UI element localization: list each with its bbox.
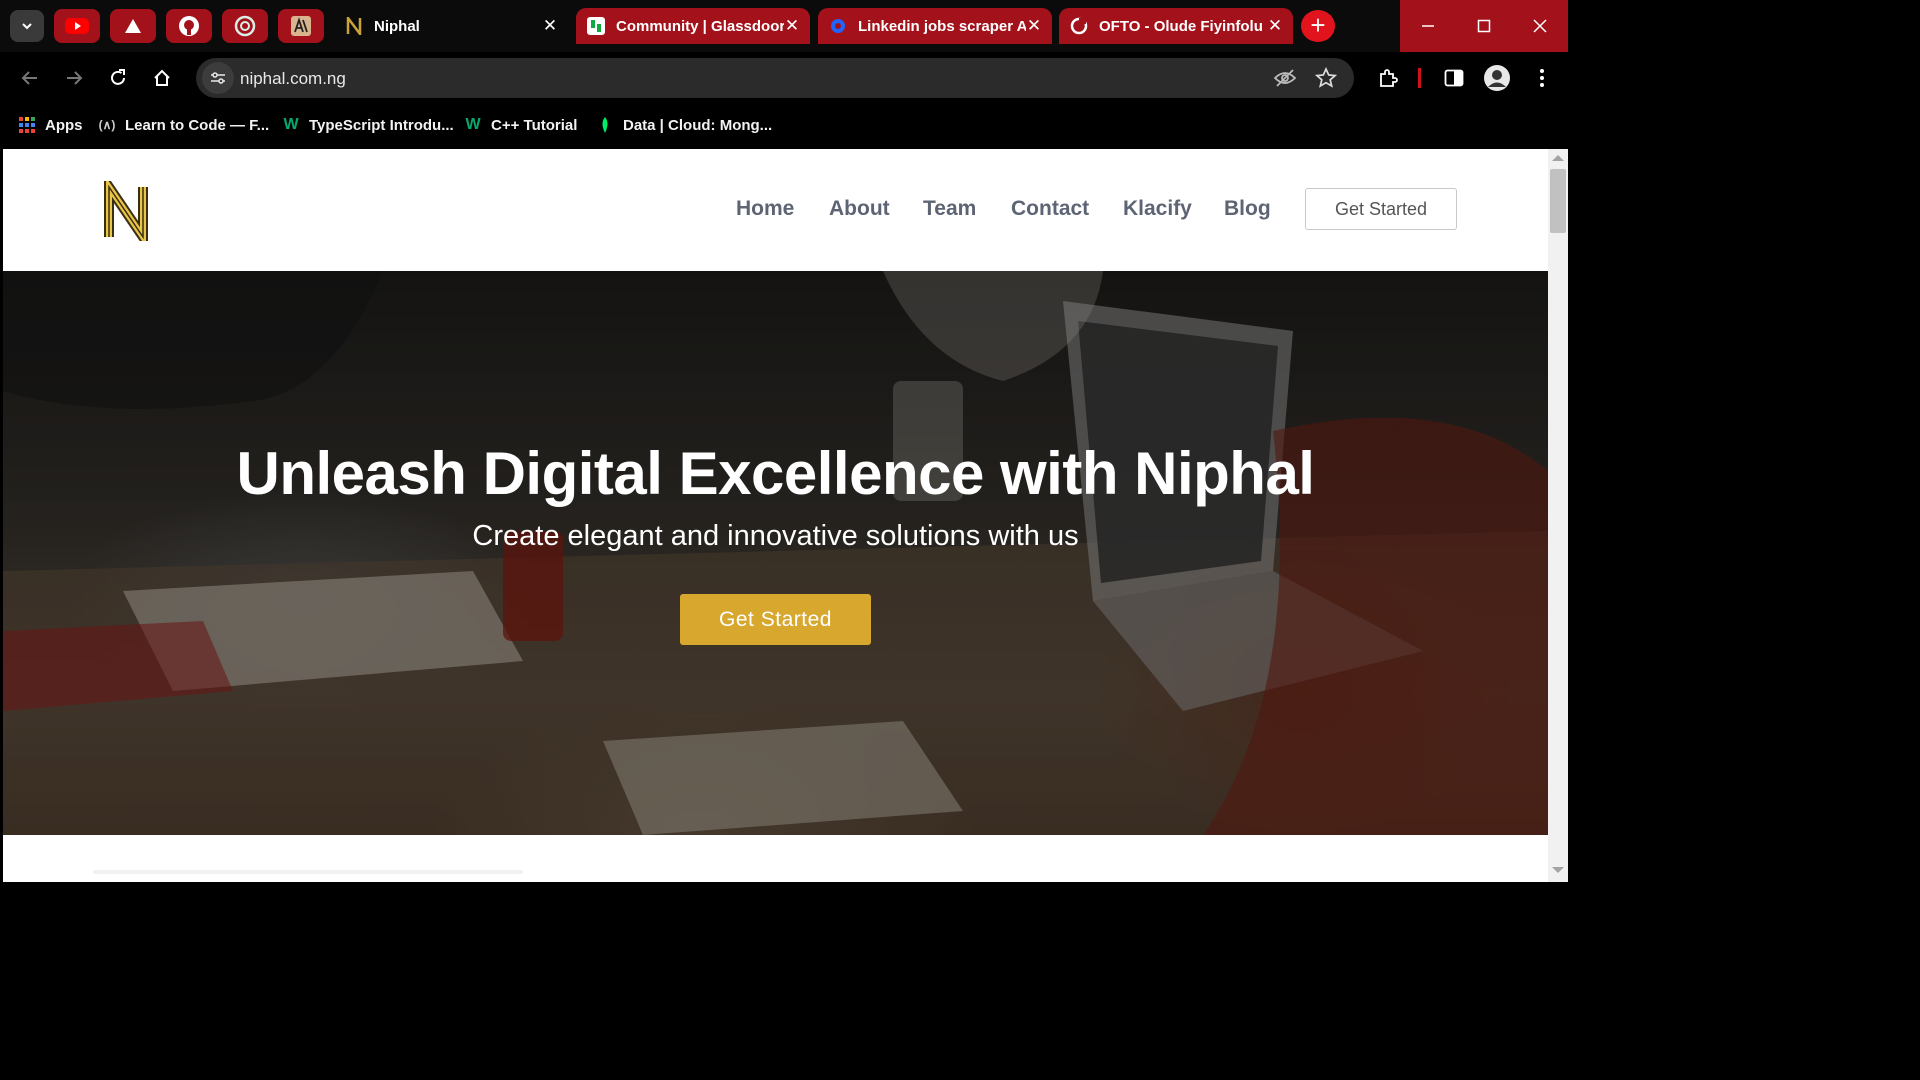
extension-divider — [1418, 68, 1421, 88]
hero-section: Unleash Digital Excellence with Niphal C… — [3, 271, 1548, 835]
minimize-icon — [1422, 25, 1434, 27]
niphal-favicon — [344, 16, 364, 36]
home-button[interactable] — [146, 62, 178, 94]
scrollbar-thumb[interactable] — [1550, 169, 1566, 233]
arrow-left-icon — [21, 71, 37, 85]
close-tab-icon[interactable]: ✕ — [1026, 16, 1042, 36]
youtube-icon — [65, 18, 89, 34]
hero-get-started-button[interactable]: Get Started — [680, 594, 871, 645]
puzzle-icon — [1380, 69, 1398, 87]
page-scrollbar[interactable] — [1548, 149, 1568, 882]
nav-team[interactable]: Team — [923, 197, 976, 221]
hero-title: Unleash Digital Excellence with Niphal — [236, 440, 1315, 507]
bookmark-freecodecamp[interactable]: (∧) Learn to Code — F... — [98, 116, 270, 134]
apify-favicon — [828, 16, 848, 36]
side-panel-button[interactable] — [1438, 62, 1470, 94]
tab-strip: Niphal ✕ Community | Glassdoor ✕ Linkedi… — [0, 0, 1568, 52]
header-get-started-button[interactable]: Get Started — [1305, 188, 1457, 230]
site-info-button[interactable] — [202, 62, 234, 94]
scroll-down-arrow-icon[interactable] — [1552, 867, 1564, 873]
pinned-tab-youtube[interactable] — [54, 9, 100, 43]
bookmark-label: TypeScript Introdu... — [309, 116, 454, 134]
hero-overlay — [3, 271, 1548, 835]
apps-grid-icon — [18, 116, 36, 134]
new-tab-button[interactable]: + — [1301, 10, 1335, 42]
close-window-button[interactable] — [1512, 0, 1568, 52]
bookmark-label: Apps — [45, 116, 83, 134]
profile-button[interactable] — [1481, 62, 1513, 94]
nav-blog[interactable]: Blog — [1224, 197, 1271, 221]
url-text[interactable]: niphal.com.ng — [240, 69, 346, 89]
bookmark-mongodb[interactable]: Data | Cloud: Mong... — [596, 116, 772, 134]
tab-glassdoor[interactable]: Community | Glassdoor ✕ — [576, 8, 810, 44]
bookmark-label: Data | Cloud: Mong... — [623, 116, 773, 134]
tab-ofto[interactable]: OFTO - Olude Fiyinfolu ✕ — [1059, 8, 1293, 44]
nav-klacify[interactable]: Klacify — [1123, 197, 1192, 221]
side-panel-icon — [1444, 69, 1464, 87]
bookmark-typescript[interactable]: W TypeScript Introdu... — [282, 116, 454, 134]
pinned-tab-drive[interactable] — [110, 9, 156, 43]
drive-triangle-icon — [125, 19, 141, 33]
ofto-favicon — [1069, 16, 1089, 36]
nav-contact[interactable]: Contact — [1011, 197, 1089, 221]
pinned-tab-github[interactable] — [166, 9, 212, 43]
nav-home[interactable]: Home — [736, 197, 794, 221]
tab-title: OFTO - Olude Fiyinfolu — [1099, 17, 1263, 35]
mongodb-leaf-icon — [596, 116, 614, 134]
bookmark-star-icon[interactable] — [1314, 66, 1338, 94]
kebab-menu-icon — [1540, 69, 1544, 87]
web-page: Home About Team Contact Klacify Blog Get… — [3, 149, 1548, 882]
site-header: Home About Team Contact Klacify Blog Get… — [3, 149, 1548, 271]
close-tab-icon[interactable]: ✕ — [784, 16, 800, 36]
section-divider — [93, 870, 523, 874]
niphal-logo[interactable] — [103, 170, 153, 254]
extensions-button[interactable] — [1372, 62, 1404, 94]
home-icon — [154, 69, 170, 86]
tab-title: Linkedin jobs scraper A — [858, 17, 1026, 35]
avatar-icon — [1484, 65, 1510, 91]
forward-button[interactable] — [58, 62, 90, 94]
close-tab-icon[interactable]: ✕ — [1267, 16, 1283, 36]
maximize-button[interactable] — [1456, 0, 1512, 52]
maximize-icon — [1477, 19, 1491, 33]
reload-button[interactable] — [102, 62, 134, 94]
w3schools-icon: W — [465, 116, 481, 133]
tracking-eye-off-icon[interactable] — [1273, 68, 1297, 93]
bookmark-label: C++ Tutorial — [491, 116, 578, 134]
browser-toolbar: niphal.com.ng — [0, 52, 1568, 104]
arrow-right-icon — [67, 71, 83, 85]
tab-niphal[interactable]: Niphal ✕ — [334, 8, 568, 44]
back-button[interactable] — [14, 62, 46, 94]
freecodecamp-icon: (∧) — [98, 118, 116, 132]
anthropic-icon — [291, 16, 311, 36]
tab-title: Niphal — [374, 17, 420, 35]
hero-subtitle: Create elegant and innovative solutions … — [472, 520, 1079, 552]
reload-icon — [111, 69, 125, 85]
next-section — [3, 835, 1548, 882]
close-icon — [1533, 19, 1547, 33]
nav-about[interactable]: About — [829, 197, 890, 221]
openai-icon — [234, 15, 256, 37]
w3schools-icon: W — [283, 116, 299, 133]
github-icon — [179, 16, 199, 36]
tab-apify[interactable]: Linkedin jobs scraper A ✕ — [818, 8, 1052, 44]
scroll-up-arrow-icon[interactable] — [1552, 155, 1564, 161]
bookmark-label: Learn to Code — F... — [125, 116, 270, 134]
pinned-tab-chatgpt[interactable] — [222, 9, 268, 43]
glassdoor-favicon — [586, 16, 606, 36]
bookmarks-bar: Apps (∧) Learn to Code — F... W TypeScri… — [0, 104, 1568, 148]
chevron-down-icon — [22, 23, 32, 30]
close-tab-icon[interactable]: ✕ — [542, 16, 558, 36]
bookmark-apps[interactable]: Apps — [18, 116, 83, 134]
pinned-tab-claude[interactable] — [278, 9, 324, 43]
tune-icon — [211, 72, 225, 84]
address-bar[interactable]: niphal.com.ng — [196, 58, 1354, 98]
bookmark-cpp[interactable]: W C++ Tutorial — [464, 116, 577, 134]
tab-search-button[interactable] — [10, 10, 44, 42]
browser-menu-button[interactable] — [1526, 62, 1558, 94]
minimize-button[interactable] — [1400, 0, 1456, 52]
tab-title: Community | Glassdoor — [616, 17, 784, 35]
